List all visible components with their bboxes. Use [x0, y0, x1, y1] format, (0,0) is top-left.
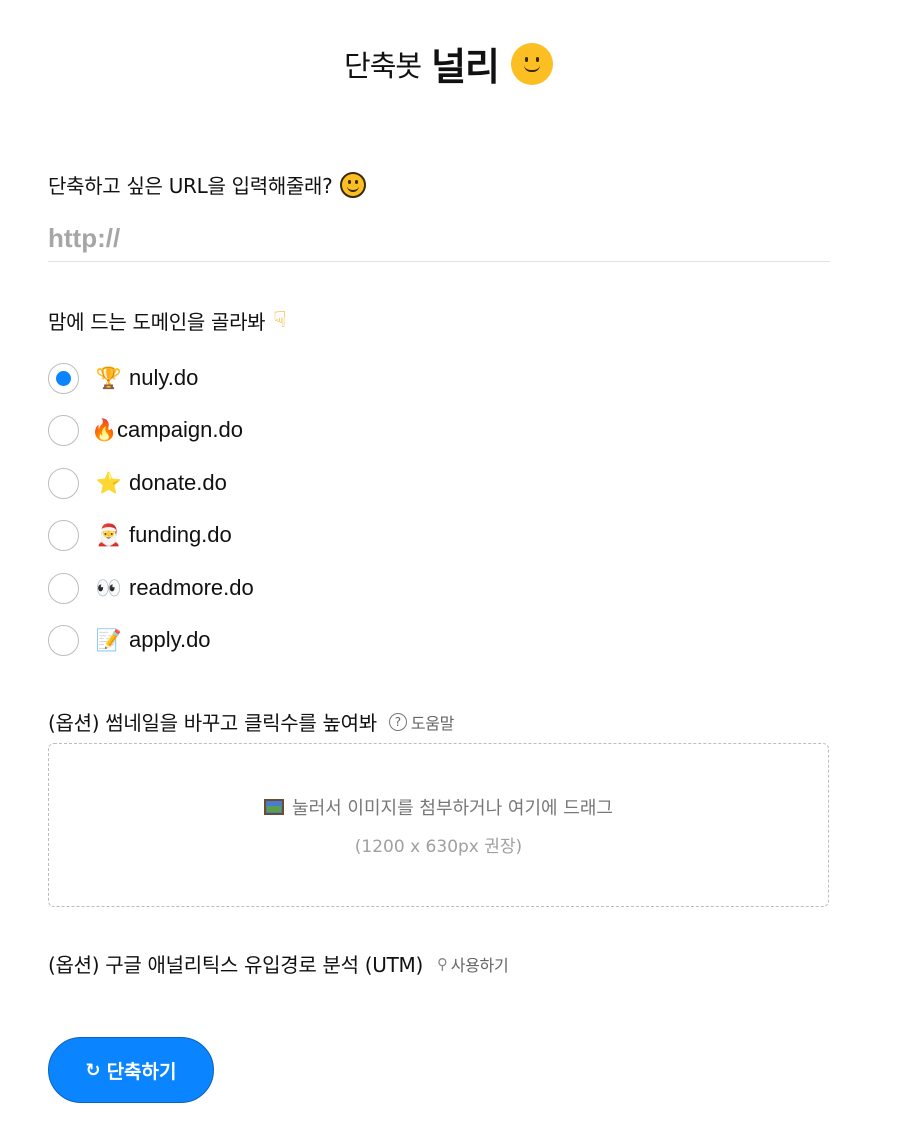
utm-label-text: (옵션) 구글 애널리틱스 유입경로 분석 (UTM) — [48, 953, 424, 977]
domain-label: nuly.do — [129, 365, 199, 390]
thumbnail-label-text: (옵션) 썸네일을 바꾸고 클릭수를 높여봐 — [48, 711, 377, 735]
page-header: 단축봇 널리 — [0, 36, 897, 91]
trophy-icon: 🏆 — [95, 365, 123, 390]
domain-label: funding.do — [129, 522, 232, 547]
header-subtitle: 단축봇 — [344, 48, 422, 83]
pointing-down-hand-icon: ☟ — [273, 308, 287, 333]
domain-label: readmore.do — [129, 575, 254, 600]
domain-radio[interactable] — [48, 624, 79, 656]
domain-option-donate[interactable]: ⭐ donate.do — [48, 467, 227, 499]
domain-radio[interactable] — [48, 519, 79, 551]
shorten-button-label: 단축하기 — [106, 1060, 177, 1083]
eyes-icon: 👀 — [95, 575, 123, 600]
utm-label: (옵션) 구글 애널리틱스 유입경로 분석 (UTM) ⚲ 사용하기 — [48, 949, 830, 978]
url-section: 단축하고 싶은 URL을 입력해줄래? — [48, 170, 830, 199]
shorten-button[interactable]: ↻ 단축하기 — [48, 1037, 214, 1103]
url-input[interactable] — [48, 216, 830, 262]
domain-label: campaign.do — [117, 417, 243, 442]
framed-picture-icon — [264, 798, 285, 815]
smiley-face-icon — [340, 171, 367, 198]
url-label-text: 단축하고 싶은 URL을 입력해줄래? — [48, 174, 333, 198]
utm-section: (옵션) 구글 애널리틱스 유입경로 분석 (UTM) ⚲ 사용하기 — [48, 949, 830, 978]
domain-label-text: 맘에 드는 도메인을 골라봐 — [48, 310, 266, 334]
utm-use-link[interactable]: ⚲ 사용하기 — [437, 952, 509, 976]
thumbnail-label: (옵션) 썸네일을 바꾸고 클릭수를 높여봐 ? 도움말 — [48, 707, 830, 736]
help-link[interactable]: ? 도움말 — [388, 710, 455, 734]
domain-label: donate.do — [129, 470, 227, 495]
question-circle-icon: ? — [388, 712, 407, 731]
refresh-icon: ↻ — [85, 1059, 101, 1081]
domain-option-funding[interactable]: 🎅 funding.do — [48, 519, 232, 551]
fire-icon: 🔥 — [91, 417, 118, 442]
thumbnail-section: (옵션) 썸네일을 바꾸고 클릭수를 높여봐 ? 도움말 — [48, 707, 830, 736]
image-dropzone[interactable]: 눌러서 이미지를 첨부하거나 여기에 드래그 (1200 x 630px 권장) — [48, 743, 829, 907]
domain-option-apply[interactable]: 📝 apply.do — [48, 624, 211, 656]
domain-label: 맘에 드는 도메인을 골라봐 ☟ — [48, 306, 830, 335]
utm-use-label: 사용하기 — [450, 955, 509, 975]
magic-wand-icon: ⚲ — [437, 954, 448, 973]
domain-radio[interactable] — [48, 572, 79, 604]
dropzone-text-row: 눌러서 이미지를 첨부하거나 여기에 드래그 — [264, 794, 613, 820]
dropzone-hint: (1200 x 630px 권장) — [354, 836, 523, 857]
domain-radio[interactable] — [48, 362, 79, 394]
domain-option-nuly[interactable]: 🏆 nuly.do — [48, 362, 198, 394]
smiley-face-icon — [510, 42, 553, 85]
memo-icon: 📝 — [95, 627, 123, 652]
domain-label: apply.do — [129, 627, 211, 652]
domain-radio[interactable] — [48, 467, 79, 499]
santa-icon: 🎅 — [95, 522, 123, 547]
domain-option-readmore[interactable]: 👀 readmore.do — [48, 572, 254, 604]
domain-option-campaign[interactable]: 🔥 campaign.do — [48, 414, 243, 446]
help-label: 도움말 — [410, 713, 455, 733]
domain-radio[interactable] — [48, 414, 79, 446]
domain-section: 맘에 드는 도메인을 골라봐 ☟ — [48, 306, 830, 335]
star-icon: ⭐ — [95, 470, 123, 495]
page-title: 널리 — [431, 45, 500, 89]
dropzone-text: 눌러서 이미지를 첨부하거나 여기에 드래그 — [292, 797, 613, 819]
url-label: 단축하고 싶은 URL을 입력해줄래? — [48, 170, 830, 199]
